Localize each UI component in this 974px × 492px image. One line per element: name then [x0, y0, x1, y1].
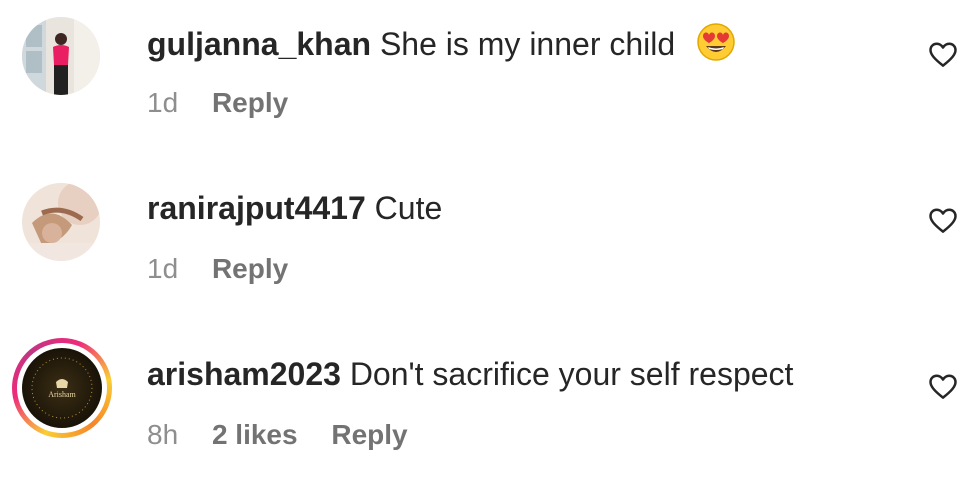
- avatar-logo-text: Arisham: [48, 390, 76, 399]
- comment-text: Cute: [374, 190, 443, 226]
- avatar-photo: [22, 183, 100, 261]
- comment-text-line: arisham2023 Don't sacrifice your self re…: [147, 354, 793, 394]
- reply-button[interactable]: Reply: [212, 87, 288, 118]
- like-heart-icon[interactable]: [928, 372, 958, 402]
- avatar[interactable]: Arisham: [22, 348, 102, 428]
- story-ring[interactable]: Arisham: [12, 338, 112, 438]
- reply-button[interactable]: Reply: [331, 419, 407, 450]
- likes-count[interactable]: 2 likes: [212, 419, 298, 450]
- comment-text-line: guljanna_khan She is my inner child: [147, 22, 736, 71]
- avatar-photo: [22, 17, 100, 95]
- username[interactable]: guljanna_khan: [147, 26, 371, 62]
- comment-text: She is my inner child: [379, 26, 676, 62]
- timestamp: 1d: [147, 87, 179, 118]
- like-heart-icon[interactable]: [928, 206, 958, 236]
- comment-item: Arisham arisham2023 Don't sacrifice your…: [0, 332, 974, 492]
- timestamp: 8h: [147, 419, 179, 450]
- reply-button[interactable]: Reply: [212, 253, 288, 284]
- username[interactable]: ranirajput4417: [147, 190, 366, 226]
- comment-item: guljanna_khan She is my inner child 1d R…: [0, 0, 974, 160]
- avatar[interactable]: [22, 183, 100, 261]
- avatar-logo: Arisham: [22, 348, 102, 428]
- avatar[interactable]: [22, 17, 100, 95]
- comment-meta: 1d Reply: [147, 86, 314, 120]
- timestamp: 1d: [147, 253, 179, 284]
- comment-item: ranirajput4417 Cute 1d Reply: [0, 166, 974, 326]
- comment-text-line: ranirajput4417 Cute: [147, 188, 442, 228]
- comment-meta: 1d Reply: [147, 252, 314, 286]
- heart-eyes-emoji-icon: [696, 22, 736, 71]
- comment-text: Don't sacrifice your self respect: [349, 356, 794, 392]
- username[interactable]: arisham2023: [147, 356, 341, 392]
- like-heart-icon[interactable]: [928, 40, 958, 70]
- comment-meta: 8h 2 likes Reply: [147, 418, 434, 452]
